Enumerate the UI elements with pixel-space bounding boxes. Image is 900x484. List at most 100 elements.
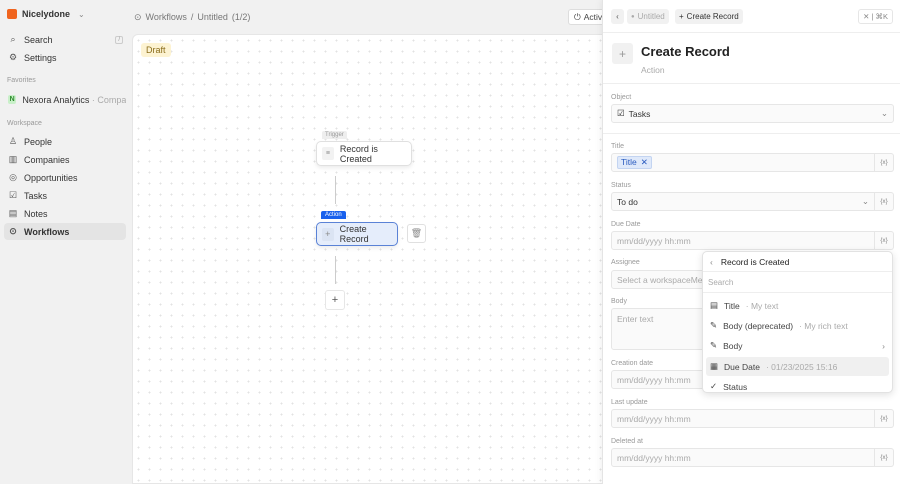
action-node[interactable]: + Create Record — [316, 222, 398, 246]
panel-header: ‹ ● Untitled + Create Record ✕ | ⌘K — [603, 0, 900, 33]
status-select[interactable]: To do ⌄ — [611, 192, 875, 211]
assignee-label: Assignee — [611, 259, 640, 266]
variable-button[interactable]: {x} — [875, 448, 894, 467]
checkbox-icon: ☑ — [617, 108, 625, 118]
creation-date-label: Creation date — [611, 360, 654, 367]
sidebar-search-label: Search — [24, 34, 53, 45]
breadcrumb-count: (1/2) — [231, 12, 251, 22]
dropdown-search-input[interactable]: Search — [703, 273, 892, 293]
item-label: Title — [724, 300, 740, 311]
dropdown-item-due-date[interactable]: ▦ Due Date · 01/23/2025 15:16 — [706, 357, 889, 376]
add-step-button[interactable]: + — [325, 290, 345, 310]
divider — [603, 133, 900, 134]
trash-icon: 🗑 — [410, 228, 423, 238]
favorite-item[interactable]: N Nexora Analytics · Compa... — [4, 91, 126, 108]
plus-icon: + — [322, 227, 334, 241]
dropdown-header[interactable]: ‹ Record is Created — [703, 252, 892, 272]
sidebar-item-label: Opportunities — [24, 172, 78, 183]
step-panel: ‹ ● Untitled + Create Record ✕ | ⌘K + Crea… — [602, 0, 900, 484]
dropdown-item-body[interactable]: ✎ Body › — [706, 336, 889, 355]
sidebar-item-opportunities[interactable]: ◎ Opportunities — [4, 169, 126, 186]
rich-text-icon: ✎ — [710, 340, 718, 350]
rich-text-icon: ✎ — [710, 320, 718, 330]
sidebar-item-workflows[interactable]: ⊙ Workflows — [4, 223, 126, 240]
nav-untitled[interactable]: ● Untitled — [627, 9, 669, 24]
favorite-name: Nexora Analytics — [22, 94, 90, 105]
note-icon: ▤ — [8, 208, 18, 218]
status-label: Status — [611, 182, 631, 189]
workspace-switcher[interactable]: Nicelydone ⌄ — [7, 9, 85, 19]
favorites-heading: Favorites — [7, 77, 36, 84]
text-icon: ▤ — [710, 300, 719, 310]
deleted-at-field[interactable]: mm/dd/yyyy hh:mm — [611, 448, 875, 467]
person-icon: ♙ — [8, 136, 18, 146]
sidebar-item-label: Workflows — [24, 226, 70, 237]
sidebar-item-people[interactable]: ♙ People — [4, 133, 126, 150]
action-node-label: Create Record — [339, 224, 369, 244]
activate-label: Activ — [583, 12, 603, 22]
last-update-field[interactable]: mm/dd/yyyy hh:mm — [611, 409, 875, 428]
sidebar-item-label: Companies — [24, 154, 70, 165]
trigger-node[interactable]: ≡ Record is Created — [316, 141, 412, 166]
action-tag: Action — [321, 211, 346, 219]
nav-untitled-label: Untitled — [637, 12, 665, 21]
close-icon[interactable]: ✕ — [641, 157, 648, 168]
step-title[interactable]: Create Record — [641, 44, 730, 59]
title-field[interactable]: Title ✕ — [611, 153, 875, 172]
status-value: To do — [617, 196, 638, 207]
sidebar-item-tasks[interactable]: ☑ Tasks — [4, 187, 126, 204]
status-badge: Draft — [141, 43, 171, 57]
title-chip-label: Title — [621, 157, 637, 167]
check-icon: ✓ — [710, 381, 718, 391]
trigger-tag: Trigger — [322, 131, 347, 139]
sidebar-settings-label: Settings — [24, 52, 57, 63]
item-label: Body (deprecated) — [723, 320, 794, 331]
search-icon: ⌕ — [10, 34, 16, 44]
calendar-icon: ▦ — [710, 361, 719, 371]
delete-node-button[interactable]: 🗑 — [407, 224, 426, 243]
workspace-heading: Workspace — [7, 120, 42, 127]
object-select[interactable]: ☑ Tasks ⌄ — [611, 104, 894, 123]
deleted-at-label: Deleted at — [611, 438, 643, 445]
nav-current-label: Create Record — [686, 12, 739, 21]
step-icon: + — [612, 43, 633, 64]
chevron-right-icon: › — [882, 340, 885, 351]
object-label: Object — [611, 94, 632, 101]
sidebar-item-notes[interactable]: ▤ Notes — [4, 205, 126, 222]
workflow-icon: ⊙ — [9, 226, 17, 236]
chevron-left-icon[interactable]: ‹ — [710, 257, 713, 267]
breadcrumb-page: Untitled — [197, 12, 228, 22]
gear-icon: ⚙ — [8, 52, 18, 62]
target-icon: ◎ — [9, 172, 17, 182]
breadcrumb: ⊙ Workflows / Untitled (1/2) — [134, 12, 250, 23]
building-icon: ▥ — [8, 154, 18, 164]
sidebar-settings[interactable]: ⚙ Settings — [4, 49, 126, 66]
dropdown-item-status[interactable]: ✓ Status — [706, 377, 889, 396]
variable-button[interactable]: {x} — [875, 192, 894, 211]
close-panel-button[interactable]: ✕ | ⌘K — [858, 9, 893, 24]
sidebar-search[interactable]: ⌕ Search / — [4, 31, 126, 48]
variable-button[interactable]: {x} — [875, 231, 894, 250]
dropdown-item-title[interactable]: ▤ Title · My text — [706, 296, 889, 315]
item-sub: · 01/23/2025 15:16 — [765, 361, 838, 372]
favorite-avatar: N — [8, 95, 17, 104]
back-button[interactable]: ‹ — [611, 9, 624, 24]
sidebar-item-label: Notes — [24, 208, 48, 219]
variable-button[interactable]: {x} — [875, 153, 894, 172]
item-label: Due Date — [724, 361, 760, 372]
connector-line — [335, 256, 336, 284]
dropdown-item-body-deprecated[interactable]: ✎ Body (deprecated) · My rich text — [706, 316, 889, 335]
due-date-field[interactable]: mm/dd/yyyy hh:mm — [611, 231, 875, 250]
plus-icon: + — [679, 12, 684, 21]
variable-button[interactable]: {x} — [875, 409, 894, 428]
sidebar-item-companies[interactable]: ▥ Companies — [4, 151, 126, 168]
trigger-icon: ≡ — [322, 147, 334, 160]
plus-icon: + — [331, 294, 339, 306]
breadcrumb-workflows[interactable]: Workflows — [146, 12, 187, 23]
workflow-icon: ⊙ — [134, 12, 142, 22]
chevron-down-icon: ⌄ — [78, 9, 85, 19]
sidebar-item-label: Tasks — [24, 190, 48, 201]
connector-line — [335, 176, 336, 204]
body-label: Body — [611, 298, 627, 305]
nav-current[interactable]: + Create Record — [675, 9, 743, 24]
